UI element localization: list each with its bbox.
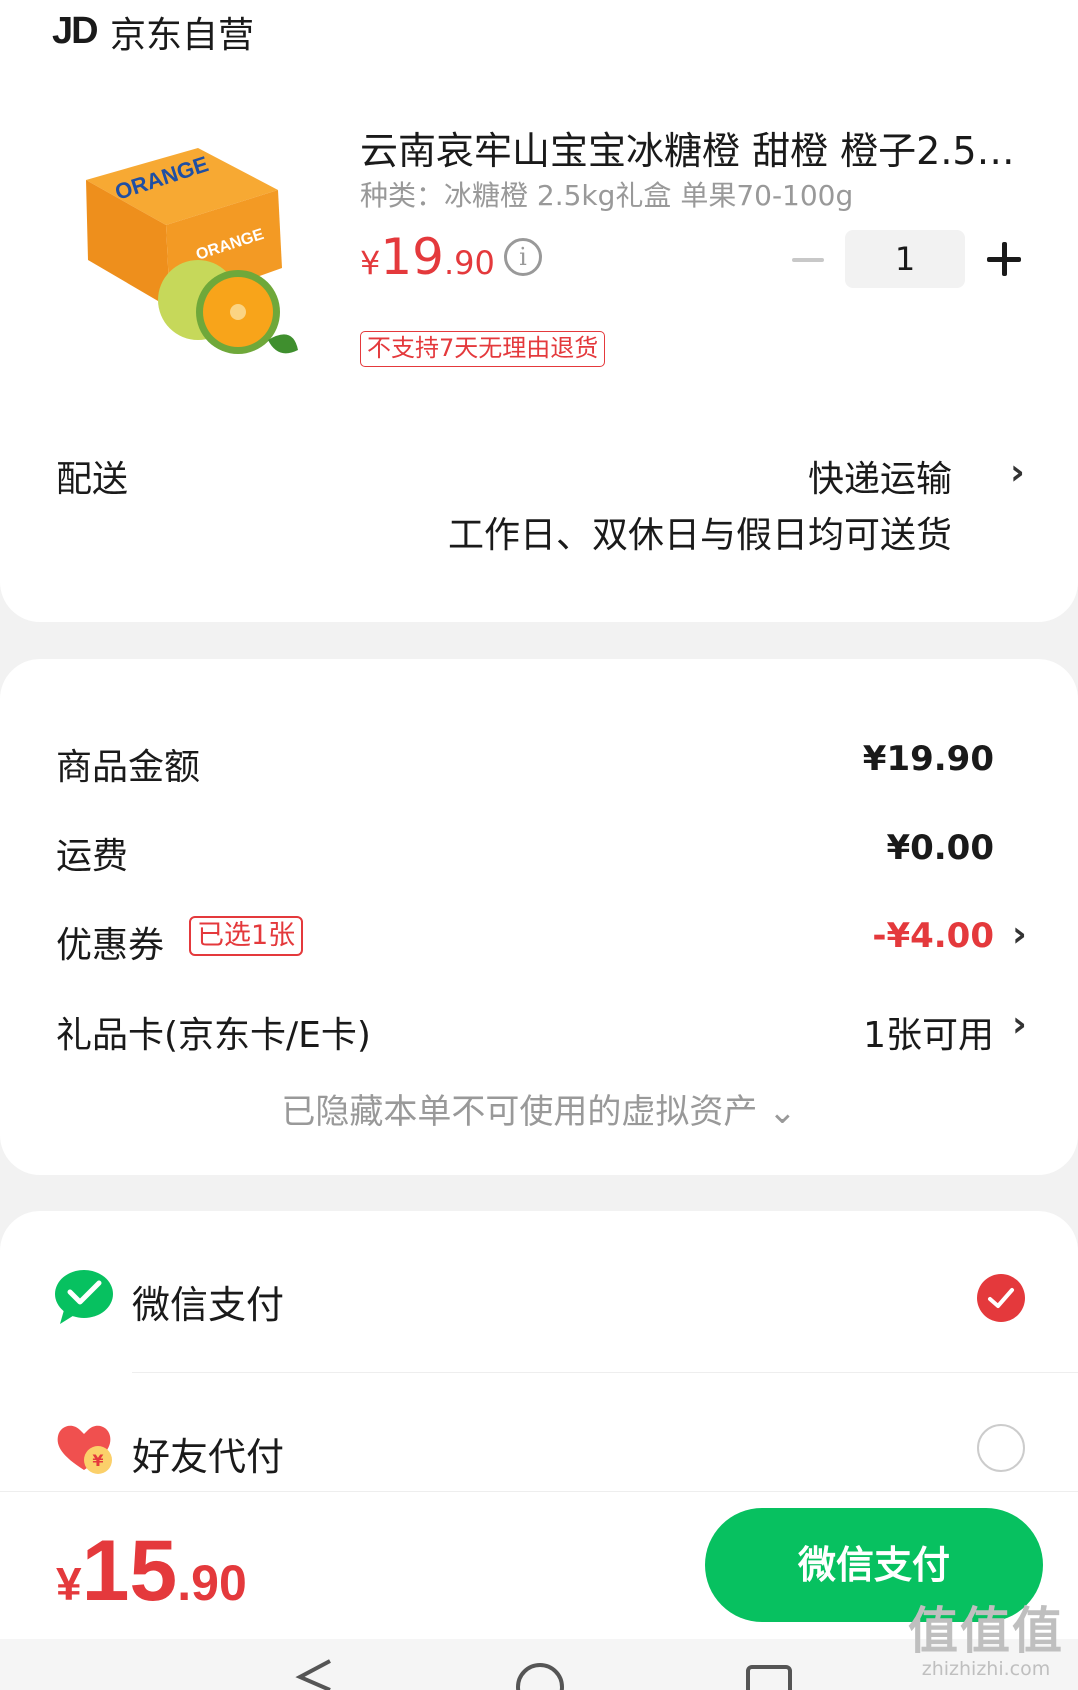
delivery-method[interactable]: 快递运输 xyxy=(808,450,952,502)
total-price: ¥15.90 xyxy=(56,1522,247,1621)
svg-text:¥: ¥ xyxy=(92,1451,103,1470)
chevron-right-icon[interactable]: › xyxy=(1012,1004,1027,1045)
product-price: ¥19.90 xyxy=(360,228,495,286)
payment-divider xyxy=(132,1372,1078,1373)
delivery-note[interactable]: 工作日、双休日与假日均可送货 xyxy=(448,506,952,558)
total-currency: ¥ xyxy=(56,1558,82,1610)
shipping-label: 运费 xyxy=(56,836,129,877)
product-spec[interactable]: 种类：冰糖橙 2.5kg礼盒 单果70-100g xyxy=(360,174,853,214)
return-policy-badge: 不支持7天无理由退货 xyxy=(360,331,606,367)
friend-pay-heart-icon: ¥ xyxy=(54,1418,114,1478)
delivery-label: 配送 xyxy=(56,459,129,500)
total-decimal: .90 xyxy=(177,1555,247,1611)
gift-card-label[interactable]: 礼品卡(京东卡/E卡) xyxy=(56,1006,371,1058)
back-icon xyxy=(295,1659,331,1690)
coupon-selected-badge[interactable]: 已选1张 xyxy=(189,916,304,956)
decrease-quantity-button[interactable] xyxy=(786,240,830,280)
chevron-right-icon[interactable]: › xyxy=(1010,452,1025,493)
product-card: JD 京东自营 ORANGE ORANGE 云南哀牢山宝宝冰糖橙 甜橙 橙子2.… xyxy=(0,0,1078,622)
gift-card-value[interactable]: 1张可用 xyxy=(863,1006,994,1058)
goods-amount-label: 商品金额 xyxy=(56,747,201,788)
increase-quantity-button[interactable] xyxy=(982,236,1028,282)
price-decimal: .90 xyxy=(443,244,495,282)
recent-apps-icon xyxy=(746,1665,792,1690)
friend-pay-label[interactable]: 好友代付 xyxy=(132,1426,284,1481)
store-name: 京东自营 xyxy=(110,15,255,56)
hidden-assets-toggle[interactable]: 已隐藏本单不可使用的虚拟资产 ⌄ xyxy=(0,1084,1078,1133)
home-icon xyxy=(516,1663,564,1690)
wechat-pay-radio-checked[interactable] xyxy=(977,1274,1025,1322)
product-title[interactable]: 云南哀牢山宝宝冰糖橙 甜橙 橙子2.5kg礼盒 单果70-100g xyxy=(360,120,1028,175)
wechat-pay-label[interactable]: 微信支付 xyxy=(132,1274,284,1329)
shipping-value: ¥0.00 xyxy=(886,828,994,868)
price-integer: 19 xyxy=(380,228,444,286)
coupon-label[interactable]: 优惠券 xyxy=(56,916,164,968)
wechat-pay-icon xyxy=(54,1266,114,1326)
quantity-input[interactable] xyxy=(845,230,965,288)
price-currency: ¥ xyxy=(360,244,381,282)
friend-pay-radio-unchecked[interactable] xyxy=(977,1424,1025,1472)
site-watermark: 值值值 zhizhizhi.com xyxy=(908,1604,1064,1680)
chevron-right-icon[interactable]: › xyxy=(1012,914,1027,955)
watermark-url: zhizhizhi.com xyxy=(921,1658,1051,1680)
coupon-value[interactable]: -¥4.00 xyxy=(872,916,994,956)
jd-logo: JD xyxy=(52,10,99,52)
goods-amount-value: ¥19.90 xyxy=(862,739,994,779)
info-icon[interactable]: i xyxy=(504,238,542,276)
total-integer: 15 xyxy=(81,1523,178,1619)
watermark-logo: 值值值 xyxy=(908,1602,1064,1660)
orange-gift-box-image[interactable]: ORANGE ORANGE xyxy=(78,140,308,362)
